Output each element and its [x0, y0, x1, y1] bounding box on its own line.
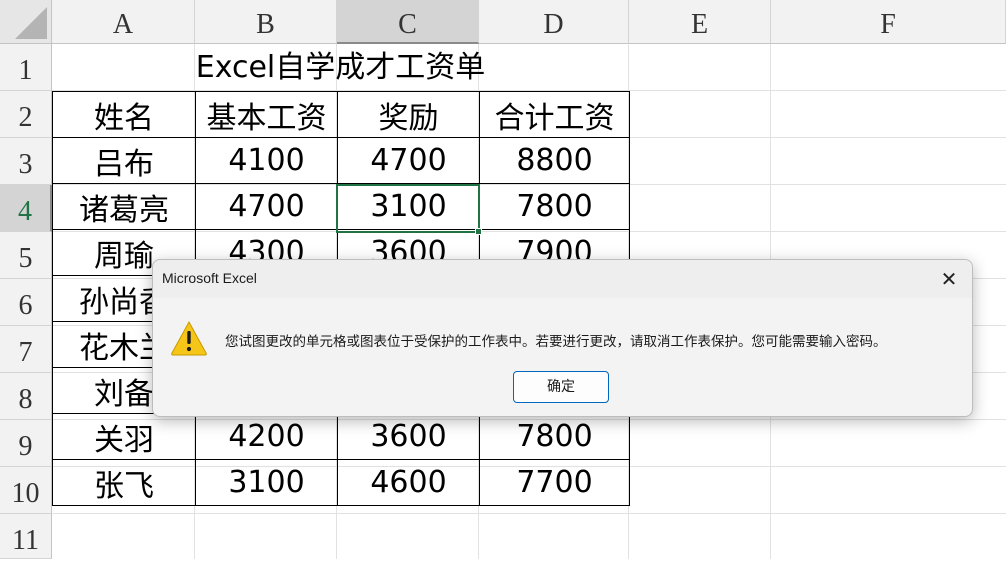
table-row: 关羽 4200 3600 7800: [52, 413, 630, 460]
row-header-6[interactable]: 6: [0, 279, 52, 326]
table-cell[interactable]: 吕布: [52, 137, 196, 184]
column-header-b[interactable]: B: [195, 0, 337, 44]
row-header-10[interactable]: 10: [0, 467, 52, 514]
table-header-cell[interactable]: 姓名: [52, 91, 196, 138]
table-header-row: 姓名 基本工资 奖励 合计工资: [52, 91, 630, 138]
row-header-8[interactable]: 8: [0, 373, 52, 420]
row-header-2[interactable]: 2: [0, 91, 52, 138]
table-header-cell[interactable]: 基本工资: [195, 91, 338, 138]
table-cell[interactable]: 8800: [479, 137, 630, 184]
table-row: 张飞 3100 4600 7700: [52, 459, 630, 506]
row-header-3[interactable]: 3: [0, 138, 52, 185]
row-header-11[interactable]: 11: [0, 514, 52, 559]
dialog-titlebar[interactable]: Microsoft Excel ✕: [153, 260, 972, 298]
warning-icon: [170, 320, 208, 356]
sheet-title-cell[interactable]: Excel自学成才工资单: [52, 44, 629, 91]
table-cell[interactable]: 诸葛亮: [52, 183, 196, 230]
table-cell[interactable]: 3100: [195, 459, 338, 506]
select-all-button[interactable]: [0, 0, 52, 44]
table-cell[interactable]: 4600: [337, 459, 480, 506]
row-header-7[interactable]: 7: [0, 326, 52, 373]
ok-button[interactable]: 确定: [513, 371, 609, 403]
row-header-9[interactable]: 9: [0, 420, 52, 467]
table-cell[interactable]: 4700: [195, 183, 338, 230]
table-cell[interactable]: 7800: [479, 183, 630, 230]
column-header-a[interactable]: A: [52, 0, 195, 44]
column-header-f[interactable]: F: [771, 0, 1006, 44]
fill-handle[interactable]: [475, 228, 482, 235]
column-header-e[interactable]: E: [629, 0, 771, 44]
table-row: 吕布 4100 4700 8800: [52, 137, 630, 184]
table-cell[interactable]: 3600: [337, 413, 480, 460]
column-header-d[interactable]: D: [479, 0, 629, 44]
protected-sheet-dialog: Microsoft Excel ✕ 您试图更改的单元格或图表位于受保护的工作表中…: [152, 259, 973, 417]
row-header-1[interactable]: 1: [0, 44, 52, 91]
dialog-title: Microsoft Excel: [162, 270, 257, 286]
close-icon[interactable]: ✕: [934, 264, 964, 294]
table-cell[interactable]: 4200: [195, 413, 338, 460]
gridline: [52, 513, 1006, 514]
row-header-5[interactable]: 5: [0, 232, 52, 279]
table-cell[interactable]: 张飞: [52, 459, 196, 506]
column-header-c[interactable]: C: [337, 0, 479, 44]
table-cell[interactable]: 关羽: [52, 413, 196, 460]
table-header-cell[interactable]: 奖励: [337, 91, 480, 138]
dialog-message: 您试图更改的单元格或图表位于受保护的工作表中。若要进行更改，请取消工作表保护。您…: [225, 334, 887, 350]
table-cell[interactable]: 4100: [195, 137, 338, 184]
table-header-cell[interactable]: 合计工资: [479, 91, 630, 138]
table-cell[interactable]: 7700: [479, 459, 630, 506]
active-cell-selection[interactable]: [336, 184, 482, 235]
row-header-4[interactable]: 4: [0, 185, 52, 232]
table-cell[interactable]: 4700: [337, 137, 480, 184]
table-cell[interactable]: 7800: [479, 413, 630, 460]
